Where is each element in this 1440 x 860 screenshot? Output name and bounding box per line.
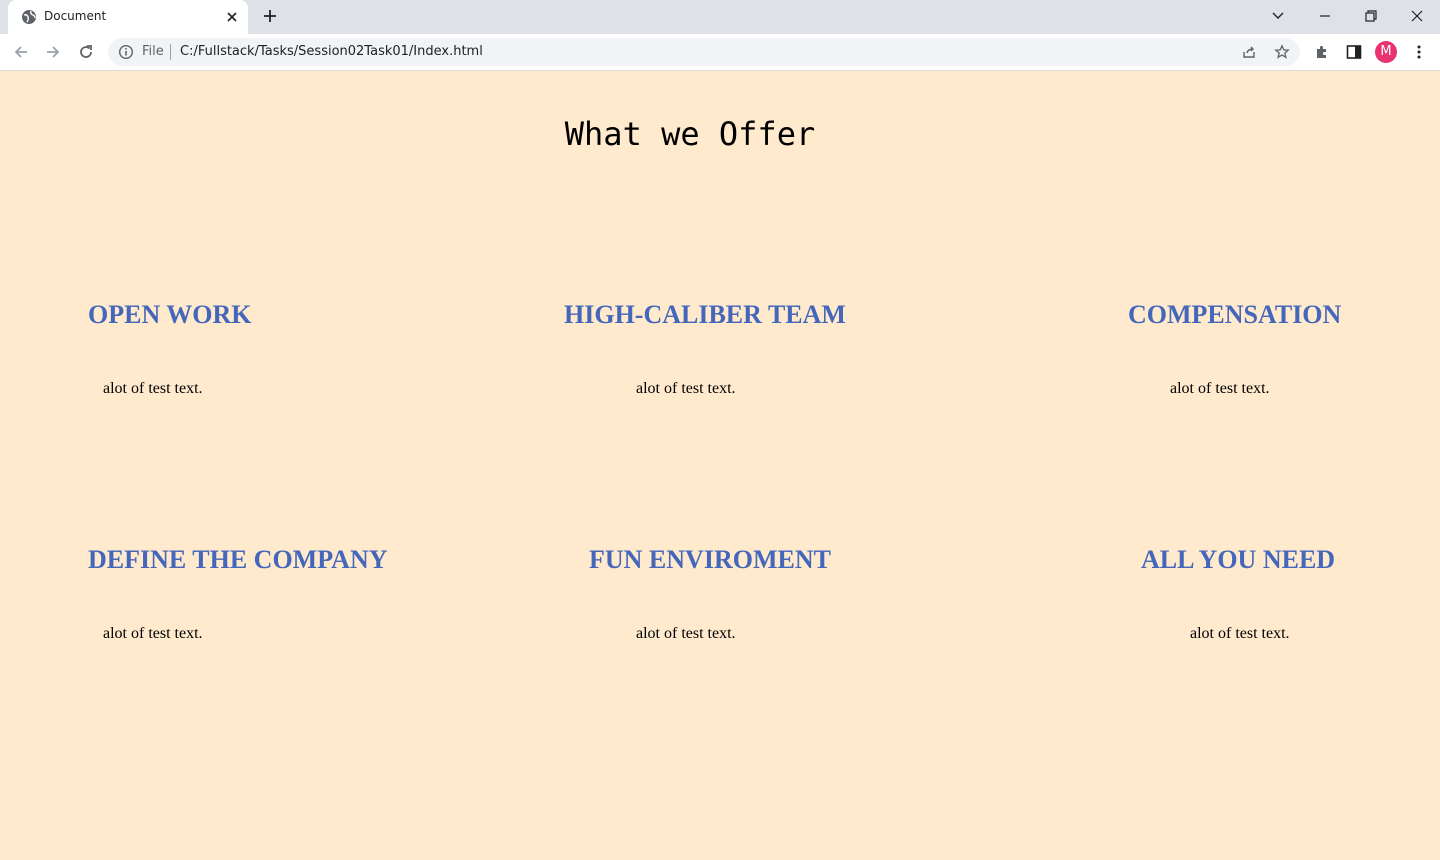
extensions-puzzle-icon[interactable]: [1313, 43, 1331, 61]
feature-all-you-need: ALL YOU NEED alot of test text.: [1141, 545, 1336, 642]
page-content: What we Offer OPEN WORK alot of test tex…: [0, 71, 1440, 860]
feature-text: alot of test text.: [1190, 625, 1290, 642]
feature-open-work: OPEN WORK alot of test text.: [88, 300, 252, 397]
tab-title: Document: [44, 9, 107, 23]
close-window-icon[interactable]: [1407, 6, 1427, 26]
reload-icon[interactable]: [77, 43, 95, 61]
tab-search-chevron-icon[interactable]: [1268, 6, 1288, 26]
feature-define-the-company: DEFINE THE COMPANY alot of test text.: [88, 545, 388, 642]
address-url[interactable]: C:/Fullstack/Tasks/Session02Task01/Index…: [180, 44, 483, 59]
feature-heading: HIGH-CALIBER TEAM: [564, 300, 846, 329]
feature-text: alot of test text.: [1170, 380, 1270, 397]
address-divider: [170, 44, 171, 60]
menu-kebab-icon[interactable]: [1410, 43, 1428, 61]
feature-heading: OPEN WORK: [88, 300, 252, 329]
feature-heading: ALL YOU NEED: [1141, 545, 1336, 574]
share-icon[interactable]: [1241, 44, 1257, 60]
page-title: What we Offer: [564, 115, 816, 153]
minimize-icon[interactable]: [1315, 6, 1335, 26]
feature-high-caliber-team: HIGH-CALIBER TEAM alot of test text.: [564, 300, 846, 397]
back-arrow-icon[interactable]: [12, 43, 30, 61]
side-panel-icon[interactable]: [1345, 43, 1363, 61]
address-bar[interactable]: File C:/Fullstack/Tasks/Session02Task01/…: [108, 38, 1300, 66]
feature-text: alot of test text.: [103, 380, 203, 397]
address-scheme: File: [142, 44, 164, 59]
tab-document[interactable]: Document: [8, 0, 248, 34]
globe-icon: [22, 10, 36, 24]
feature-text: alot of test text.: [636, 625, 736, 642]
bookmark-star-icon[interactable]: [1274, 44, 1290, 60]
feature-text: alot of test text.: [103, 625, 203, 642]
feature-compensation: COMPENSATION alot of test text.: [1128, 300, 1342, 397]
browser-toolbar: File C:/Fullstack/Tasks/Session02Task01/…: [0, 34, 1440, 71]
feature-fun-enviroment: FUN ENVIROMENT alot of test text.: [589, 545, 831, 642]
forward-arrow-icon[interactable]: [44, 43, 62, 61]
feature-heading: FUN ENVIROMENT: [589, 545, 831, 574]
profile-avatar[interactable]: M: [1375, 41, 1397, 63]
close-tab-icon[interactable]: [224, 9, 240, 25]
restore-icon[interactable]: [1361, 6, 1381, 26]
feature-heading: DEFINE THE COMPANY: [88, 545, 388, 574]
info-icon[interactable]: [118, 44, 134, 60]
tab-strip: Document: [0, 0, 1440, 34]
feature-heading: COMPENSATION: [1128, 300, 1342, 329]
feature-text: alot of test text.: [636, 380, 736, 397]
new-tab-icon[interactable]: [262, 8, 278, 24]
